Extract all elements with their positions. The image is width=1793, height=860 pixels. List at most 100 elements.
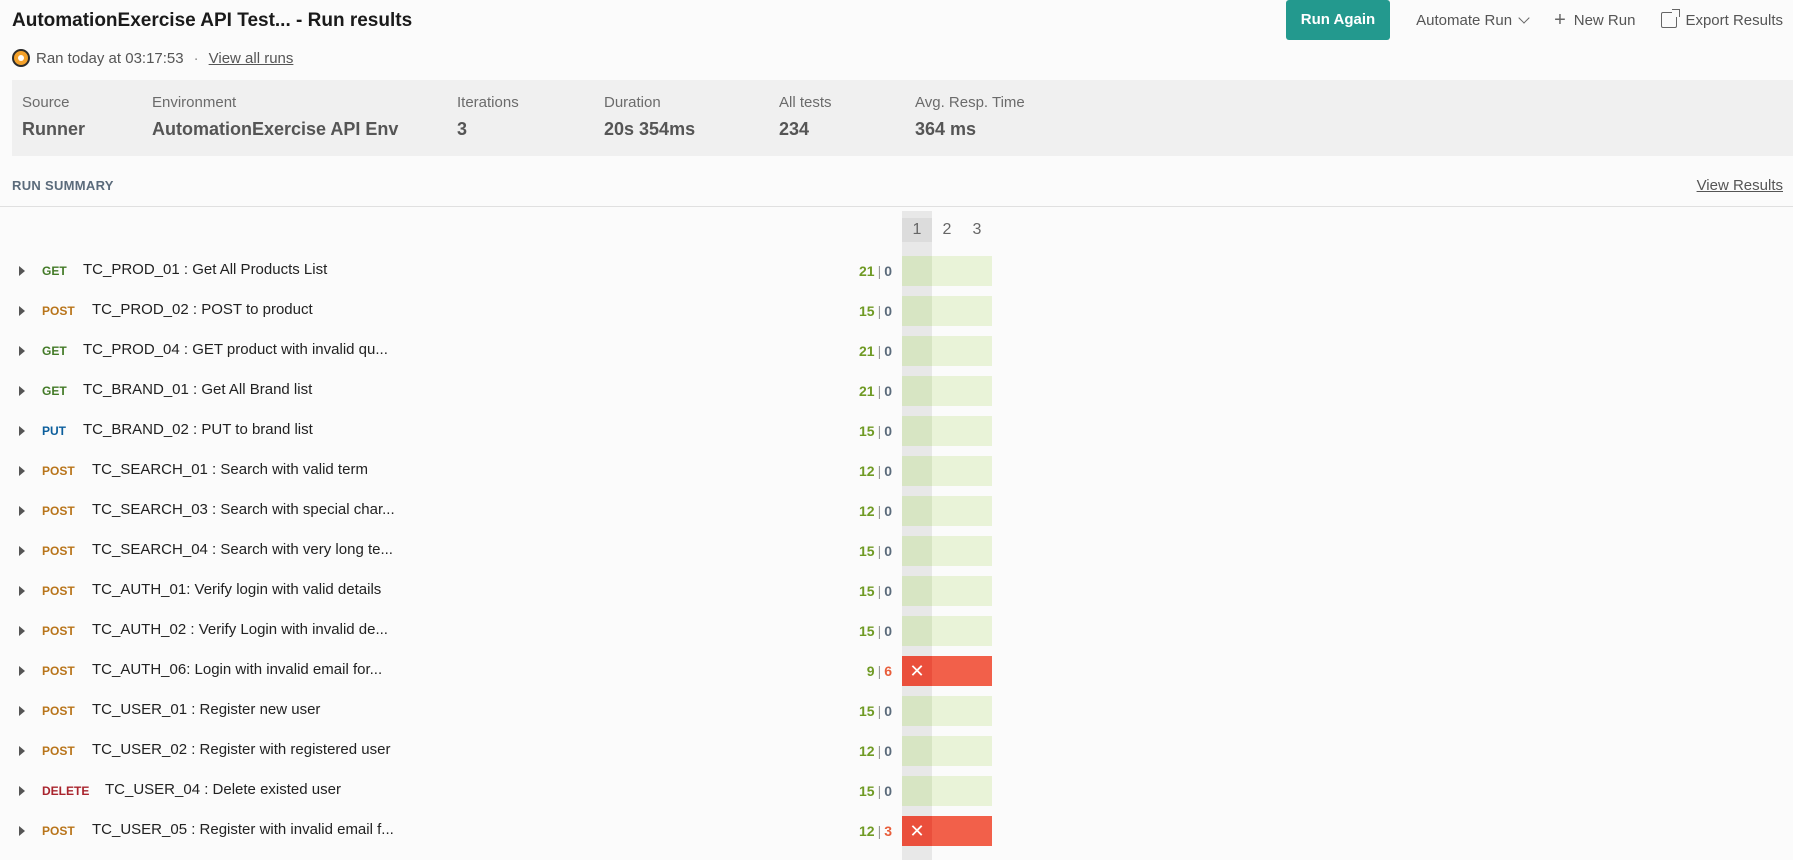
request-row[interactable]: GET TC_BRAND_01 : Get All Brand list 21 | 0 bbox=[0, 371, 1000, 411]
expand-caret-icon[interactable] bbox=[19, 466, 25, 476]
iteration-1-result[interactable] bbox=[902, 376, 932, 406]
iteration-1-result[interactable]: ✕ bbox=[902, 656, 932, 686]
iteration-1-result[interactable] bbox=[902, 456, 932, 486]
expand-caret-icon[interactable] bbox=[19, 826, 25, 836]
iteration-result-bar[interactable] bbox=[902, 616, 992, 646]
request-row[interactable]: POST TC_PROD_02 : POST to product 15 | 0 bbox=[0, 291, 1000, 331]
stat-value: Runner bbox=[22, 119, 85, 139]
passed-count: 21 bbox=[858, 383, 875, 399]
iteration-result-bar[interactable] bbox=[902, 576, 992, 606]
count-separator: | bbox=[877, 343, 882, 359]
request-name[interactable]: TC_SEARCH_03 : Search with special char.… bbox=[92, 501, 395, 518]
failed-count: 0 bbox=[884, 263, 892, 279]
iteration-1-result[interactable]: ✕ bbox=[902, 816, 932, 846]
expand-caret-icon[interactable] bbox=[19, 586, 25, 596]
iteration-1-result[interactable] bbox=[902, 696, 932, 726]
request-name[interactable]: TC_BRAND_02 : PUT to brand list bbox=[83, 421, 313, 438]
iteration-1-result[interactable] bbox=[902, 736, 932, 766]
iteration-result-bar[interactable] bbox=[902, 376, 992, 406]
request-name[interactable]: TC_AUTH_02 : Verify Login with invalid d… bbox=[92, 621, 388, 638]
request-row[interactable]: GET TC_PROD_01 : Get All Products List 21 |… bbox=[0, 251, 1000, 291]
request-row[interactable]: POST TC_AUTH_02 : Verify Login with inval… bbox=[0, 611, 1000, 651]
passed-count: 9 bbox=[866, 663, 875, 679]
iteration-header-1[interactable]: 1 bbox=[902, 218, 932, 242]
view-all-runs-link[interactable]: View all runs bbox=[209, 50, 294, 67]
request-name[interactable]: TC_SEARCH_04 : Search with very long te.… bbox=[92, 541, 393, 558]
iteration-1-result[interactable] bbox=[902, 536, 932, 566]
iteration-header-3[interactable]: 3 bbox=[962, 218, 992, 242]
iteration-1-result[interactable] bbox=[902, 496, 932, 526]
request-name[interactable]: TC_USER_04 : Delete existed user bbox=[105, 781, 341, 798]
stat-value: 364 ms bbox=[915, 119, 977, 139]
passed-count: 12 bbox=[858, 503, 875, 519]
iteration-result-bar[interactable] bbox=[902, 456, 992, 486]
iteration-result-bar[interactable] bbox=[902, 696, 992, 726]
request-name[interactable]: TC_USER_05 : Register with invalid email… bbox=[92, 821, 394, 838]
iteration-result-bar[interactable] bbox=[902, 736, 992, 766]
expand-caret-icon[interactable] bbox=[19, 706, 25, 716]
iteration-result-bar[interactable] bbox=[902, 296, 992, 326]
request-name[interactable]: TC_USER_02 : Register with registered us… bbox=[92, 741, 390, 758]
request-row[interactable]: POST TC_SEARCH_03 : Search with special c… bbox=[0, 491, 1000, 531]
request-row[interactable]: POST TC_SEARCH_01 : Search with valid ter… bbox=[0, 451, 1000, 491]
request-row[interactable]: POST TC_USER_02 : Register with registere… bbox=[0, 731, 1000, 771]
request-name[interactable]: TC_PROD_01 : Get All Products List bbox=[83, 261, 327, 278]
expand-caret-icon[interactable] bbox=[19, 386, 25, 396]
new-run-label: New Run bbox=[1573, 11, 1636, 29]
request-row[interactable]: POST TC_USER_05 : Register with invalid e… bbox=[0, 811, 1000, 851]
separator-dot: · bbox=[193, 49, 199, 67]
request-row[interactable]: POST TC_SEARCH_04 : Search with very long… bbox=[0, 531, 1000, 571]
failed-count: 0 bbox=[884, 503, 892, 519]
request-row[interactable]: PUT TC_BRAND_02 : PUT to brand list 15 | 0 bbox=[0, 411, 1000, 451]
automate-run-dropdown[interactable]: Automate Run bbox=[1416, 12, 1530, 29]
export-results-button[interactable]: Export Results bbox=[1661, 9, 1783, 29]
request-name[interactable]: TC_PROD_04 : GET product with invalid qu… bbox=[83, 341, 388, 358]
request-name[interactable]: TC_USER_01 : Register new user bbox=[92, 701, 320, 718]
request-row[interactable]: POST TC_AUTH_01: Verify login with valid … bbox=[0, 571, 1000, 611]
iteration-header-2[interactable]: 2 bbox=[932, 218, 962, 242]
http-method-badge: POST bbox=[42, 544, 75, 558]
expand-caret-icon[interactable] bbox=[19, 746, 25, 756]
expand-caret-icon[interactable] bbox=[19, 666, 25, 676]
request-row[interactable]: POST TC_AUTH_06: Login with invalid email… bbox=[0, 651, 1000, 691]
request-name[interactable]: TC_AUTH_06: Login with invalid email for… bbox=[92, 661, 382, 678]
count-separator: | bbox=[877, 303, 882, 319]
iteration-1-result[interactable] bbox=[902, 296, 932, 326]
iteration-result-bar[interactable]: ✕ bbox=[902, 816, 992, 846]
request-name[interactable]: TC_PROD_02 : POST to product bbox=[92, 301, 313, 318]
iteration-result-bar[interactable] bbox=[902, 416, 992, 446]
expand-caret-icon[interactable] bbox=[19, 506, 25, 516]
iteration-result-bar[interactable] bbox=[902, 336, 992, 366]
expand-caret-icon[interactable] bbox=[19, 346, 25, 356]
expand-caret-icon[interactable] bbox=[19, 266, 25, 276]
iteration-1-result[interactable] bbox=[902, 776, 932, 806]
expand-caret-icon[interactable] bbox=[19, 626, 25, 636]
request-name[interactable]: TC_BRAND_01 : Get All Brand list bbox=[83, 381, 312, 398]
expand-caret-icon[interactable] bbox=[19, 306, 25, 316]
expand-caret-icon[interactable] bbox=[19, 786, 25, 796]
test-counts: 15 | 0 bbox=[859, 783, 892, 799]
iteration-1-result[interactable] bbox=[902, 616, 932, 646]
run-again-button[interactable]: Run Again bbox=[1285, 0, 1391, 40]
iteration-result-bar[interactable] bbox=[902, 256, 992, 286]
request-row[interactable]: DELETE TC_USER_04 : Delete existed user 15… bbox=[0, 771, 1000, 811]
new-run-button[interactable]: + New Run bbox=[1554, 10, 1635, 30]
request-name[interactable]: TC_SEARCH_01 : Search with valid term bbox=[92, 461, 368, 478]
iteration-1-result[interactable] bbox=[902, 336, 932, 366]
request-row[interactable]: POST TC_USER_01 : Register new user 15 | 0 bbox=[0, 691, 1000, 731]
iteration-1-result[interactable] bbox=[902, 416, 932, 446]
iteration-1-result[interactable] bbox=[902, 256, 932, 286]
request-name[interactable]: TC_AUTH_01: Verify login with valid deta… bbox=[92, 581, 381, 598]
view-results-link[interactable]: View Results bbox=[1697, 177, 1783, 194]
iteration-result-bar[interactable] bbox=[902, 536, 992, 566]
iteration-result-bar[interactable] bbox=[902, 776, 992, 806]
iteration-result-bar[interactable]: ✕ bbox=[902, 656, 992, 686]
iteration-result-bar[interactable] bbox=[902, 496, 992, 526]
stat-avg-resp-time: Avg. Resp. Time 364 ms bbox=[915, 94, 1025, 140]
failed-count: 0 bbox=[884, 303, 892, 319]
stat-value: 234 bbox=[779, 119, 810, 139]
expand-caret-icon[interactable] bbox=[19, 546, 25, 556]
iteration-1-result[interactable] bbox=[902, 576, 932, 606]
request-row[interactable]: GET TC_PROD_04 : GET product with invalid… bbox=[0, 331, 1000, 371]
expand-caret-icon[interactable] bbox=[19, 426, 25, 436]
